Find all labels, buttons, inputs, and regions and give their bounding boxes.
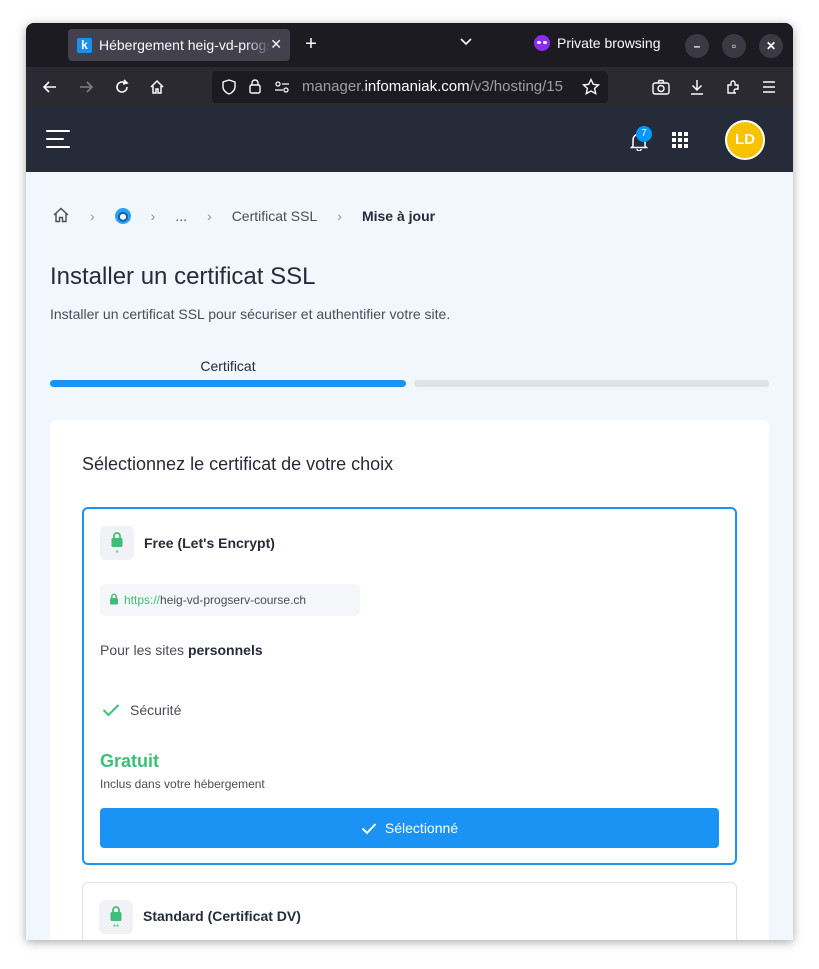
audience-prefix: Pour les sites [100, 642, 188, 658]
shield-icon[interactable] [221, 79, 237, 100]
url-path: /v3/hosting/15 [469, 78, 563, 95]
selected-button[interactable]: Sélectionné [100, 808, 719, 848]
menu-icon[interactable] [759, 77, 779, 97]
tab-bar: k Hébergement heig-vd-progserv-course.ch… [26, 23, 793, 67]
home-icon[interactable] [147, 77, 167, 97]
check-icon [361, 822, 377, 834]
certificate-level-stars: * [115, 549, 119, 558]
new-tab-plus-icon[interactable]: + [302, 32, 320, 56]
browser-tab[interactable]: k Hébergement heig-vd-progserv-course.ch… [68, 29, 290, 61]
certificate-option-name: Standard (Certificat DV) [143, 908, 301, 924]
selected-button-label: Sélectionné [384, 820, 459, 836]
audience-bold: personnels [187, 642, 263, 658]
private-browsing-indicator: Private browsing [534, 35, 661, 51]
forward-icon[interactable] [76, 77, 96, 97]
browser-window: k Hébergement heig-vd-progserv-course.ch… [26, 23, 793, 940]
breadcrumb-site-icon[interactable] [114, 208, 131, 224]
permissions-icon[interactable] [274, 80, 290, 99]
price-label: Gratuit [100, 751, 160, 771]
breadcrumb-ssl[interactable]: Certificat SSL [232, 208, 318, 224]
page-content: › › ... › Certificat SSL › Mise à jour I… [26, 172, 793, 940]
breadcrumb-current: Mise à jour [361, 208, 436, 224]
app-header: 7 LD [26, 107, 793, 172]
lock-icon[interactable] [248, 78, 262, 100]
breadcrumb: › › ... › Certificat SSL › Mise à jour [52, 206, 435, 226]
infomaniak-favicon-icon: k [77, 37, 92, 53]
feature-security: Sécurité [102, 702, 181, 718]
certificate-option-free[interactable]: * Free (Let's Encrypt) https://heig-vd-p… [82, 507, 737, 865]
url-scheme: https:// [124, 593, 161, 607]
price-note: Inclus dans votre hébergement [100, 777, 265, 791]
apps-grid-icon[interactable] [672, 132, 688, 148]
private-browsing-mask-icon [534, 35, 550, 51]
certificate-card: Sélectionnez le certificat de votre choi… [50, 420, 769, 940]
breadcrumb-chevron-icon: › [90, 208, 95, 224]
back-icon[interactable] [40, 77, 60, 97]
small-lock-icon [109, 593, 119, 608]
feature-label: Sécurité [130, 702, 182, 718]
certificate-option-standard[interactable]: ** Standard (Certificat DV) [82, 882, 737, 940]
breadcrumb-chevron-icon: › [337, 208, 342, 224]
audience-text: Pour les sites personnels [100, 642, 263, 658]
step-progress-pending [414, 380, 769, 387]
close-tab-icon[interactable]: ✕ [270, 36, 282, 53]
breadcrumb-chevron-icon: › [150, 208, 156, 224]
step-progress-active [50, 380, 406, 387]
reload-icon[interactable] [112, 77, 132, 97]
check-icon [102, 704, 120, 717]
notification-count-badge: 7 [636, 126, 652, 142]
screenshot-icon[interactable] [651, 77, 671, 97]
breadcrumb-home-icon[interactable] [52, 206, 70, 227]
page-subtitle: Installer un certificat SSL pour sécuris… [50, 306, 451, 322]
certificate-card-title: Sélectionnez le certificat de votre choi… [82, 454, 394, 474]
page-title: Installer un certificat SSL [50, 263, 316, 290]
minimize-window-button[interactable]: – [685, 34, 709, 58]
green-lock-icon: ** [99, 900, 133, 934]
address-bar[interactable]: manager.infomaniak.com/v3/hosting/15 [212, 71, 608, 103]
url-text[interactable]: manager.infomaniak.com/v3/hosting/15 [302, 78, 574, 95]
download-icon[interactable] [687, 77, 707, 97]
navigation-toolbar: manager.infomaniak.com/v3/hosting/15 [26, 67, 793, 107]
tab-title: Hébergement heig-vd-progserv-course.ch [99, 37, 271, 53]
hamburger-menu-icon[interactable] [46, 130, 70, 148]
user-avatar[interactable]: LD [725, 120, 765, 160]
private-browsing-label: Private browsing [557, 35, 661, 51]
breadcrumb-ellipsis[interactable]: ... [175, 208, 187, 224]
url-domain: heig-vd-progserv-course.ch [160, 593, 307, 607]
certificate-option-name: Free (Let's Encrypt) [144, 535, 275, 551]
bookmark-star-icon[interactable] [581, 77, 601, 101]
site-url-pill: https://heig-vd-progserv-course.ch [100, 584, 360, 616]
certificate-level-stars: ** [112, 923, 120, 932]
maximize-window-button[interactable]: ▫ [722, 34, 746, 58]
url-host: infomaniak.com [364, 78, 470, 95]
step-label: Certificat [200, 358, 256, 374]
close-window-button[interactable]: ✕ [759, 34, 783, 58]
breadcrumb-chevron-icon: › [207, 208, 212, 224]
tab-list-chevron-icon[interactable] [459, 34, 473, 53]
green-lock-icon: * [100, 526, 134, 560]
url-prefix: manager. [302, 78, 365, 95]
extensions-icon[interactable] [723, 77, 743, 97]
